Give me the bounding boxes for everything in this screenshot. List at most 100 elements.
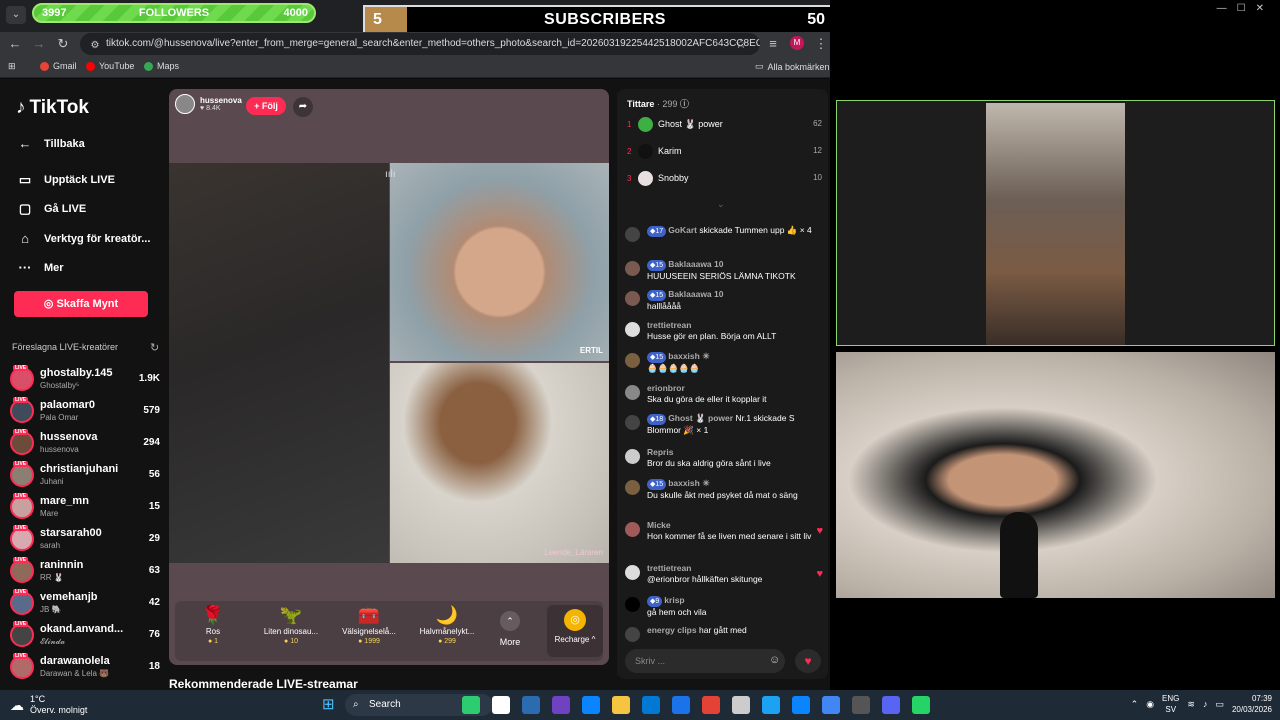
bookmark-youtube[interactable]: YouTube — [86, 61, 134, 71]
top-viewer[interactable]: 3 Snobby 10 — [627, 169, 822, 191]
suggested-creator[interactable]: LIVE okand.anvand... 𝓔𝓵𝓲𝓷𝓭𝓪 76 — [10, 621, 160, 653]
chat-user[interactable]: energy clips — [647, 625, 697, 635]
folder-icon[interactable] — [612, 696, 630, 714]
discord-icon[interactable] — [882, 696, 900, 714]
sidebar-item-back[interactable]: ← Tillbaka — [16, 136, 85, 151]
emoji-icon[interactable]: ☺ — [769, 654, 780, 666]
chat-avatar[interactable] — [625, 565, 640, 580]
heart-icon[interactable]: ♥ — [816, 569, 823, 580]
video-guest-top[interactable]: ERTIL — [390, 163, 609, 361]
follow-button[interactable]: + Följ — [246, 97, 286, 115]
suggested-creator[interactable]: LIVE mare_mn Mare 15 — [10, 493, 160, 525]
chat-user[interactable]: krisp — [664, 595, 684, 605]
chat-user[interactable]: trettietrean — [647, 320, 691, 330]
suggested-creator[interactable]: LIVE hussenova hussenova 294 — [10, 429, 160, 461]
gift-item[interactable]: 🌹 Ros ● 1 — [179, 605, 247, 645]
bookmark-gmail[interactable]: Gmail — [40, 61, 77, 71]
info-icon[interactable]: ⓘ — [680, 99, 689, 109]
forward-icon[interactable]: → — [30, 35, 48, 53]
tab-search-button[interactable]: ⌄ — [6, 6, 26, 24]
video-left[interactable] — [169, 163, 389, 563]
all-bookmarks[interactable]: ▭ Alla bokmärken — [755, 61, 830, 72]
gift-item[interactable]: 🦖 Liten dinosau... ● 10 — [257, 605, 325, 645]
windows-start-icon[interactable]: ⊞ — [322, 695, 335, 713]
outlook-icon[interactable] — [642, 696, 660, 714]
sidebar-item-more[interactable]: ··· Mer — [16, 260, 64, 275]
back-icon[interactable]: ← — [6, 35, 24, 53]
chevron-down-icon[interactable]: ⌄ — [717, 199, 725, 210]
whatsapp-icon[interactable] — [912, 696, 930, 714]
gift-item[interactable]: 🌙 Halvmånelykt... ● 299 — [413, 605, 481, 645]
chat-user[interactable]: Baklaaawa 10 — [668, 289, 723, 299]
wifi-icon[interactable]: ◉ — [1146, 699, 1154, 710]
host-avatar[interactable] — [175, 94, 195, 114]
language-indicator[interactable]: ENG SV — [1162, 693, 1179, 715]
more-gifts-button[interactable]: ⌃ More — [495, 611, 525, 647]
chat-avatar[interactable] — [625, 449, 640, 464]
host-chip[interactable]: hussenova ♥ 8.4K — [175, 94, 242, 114]
sidebar-item-discover-live[interactable]: ▭ Upptäck LIVE — [16, 172, 115, 188]
reload-icon[interactable]: ↻ — [54, 35, 72, 53]
apps-icon[interactable]: ⊞ — [8, 61, 16, 72]
chat-user[interactable]: GoKart — [668, 225, 697, 235]
chat-avatar[interactable] — [625, 291, 640, 306]
profile-avatar[interactable]: M — [790, 36, 804, 50]
chat-avatar[interactable] — [625, 261, 640, 276]
obs-icon[interactable] — [852, 696, 870, 714]
teams-icon[interactable] — [552, 696, 570, 714]
bookmark-star-icon[interactable]: ☆ — [732, 35, 750, 53]
chat-avatar[interactable] — [625, 627, 640, 642]
chat-avatar[interactable] — [625, 322, 640, 337]
vscode-icon[interactable] — [792, 696, 810, 714]
suggested-creator[interactable]: LIVE darawanolela Darawan & Lela 🐻 18 — [10, 653, 160, 685]
menu-icon[interactable]: ⋮ — [812, 35, 830, 53]
video-guest-bottom[interactable]: Leende_Läraren — [390, 363, 609, 563]
suggested-creator[interactable]: LIVE ghostalby.145 Ghostalby⁵ 1.9K — [10, 365, 160, 397]
app-icon[interactable] — [702, 696, 720, 714]
chrome-icon[interactable] — [822, 696, 840, 714]
refresh-icon[interactable]: ↻ — [150, 341, 159, 354]
get-coins-button[interactable]: ◎ Skaffa Mynt — [14, 291, 148, 317]
url-input[interactable]: tiktok.com/@hussenova/live?enter_from_me… — [80, 33, 760, 55]
suggested-creator[interactable]: LIVE raninnin RR 🐰 63 — [10, 557, 160, 589]
terminal-icon[interactable] — [732, 696, 750, 714]
like-heart-icon[interactable]: ♥ — [795, 649, 821, 673]
chat-avatar[interactable] — [625, 597, 640, 612]
site-info-icon[interactable]: ⚙ — [86, 37, 104, 55]
speaker-icon[interactable]: ♪ — [1203, 699, 1208, 709]
file-icon[interactable] — [492, 696, 510, 714]
chat-avatar[interactable] — [625, 415, 640, 430]
chat-input[interactable]: Skriv ... — [625, 649, 785, 673]
chat-user[interactable]: baxxish ☀ — [668, 478, 710, 488]
chat-user[interactable]: Ghost 🐰 power — [668, 413, 733, 423]
share-icon[interactable]: ➦ — [293, 97, 313, 117]
chat-user[interactable]: Micke — [647, 520, 671, 530]
battery-icon[interactable]: ▭ — [1215, 699, 1224, 710]
chat-avatar[interactable] — [625, 480, 640, 495]
sidebar-item-creator-tools[interactable]: ⌂ Verktyg för kreatör... — [16, 231, 150, 246]
clock[interactable]: 07:39 20/03/2026 — [1232, 693, 1272, 715]
chat-avatar[interactable] — [625, 227, 640, 242]
sidebar-item-go-live[interactable]: ▢ Gå LIVE — [16, 201, 86, 217]
heart-icon[interactable]: ♥ — [816, 526, 823, 537]
top-viewer[interactable]: 1 Ghost 🐰 power 62 — [627, 115, 822, 137]
suggested-creator[interactable]: LIVE vemehanjb JB 🐘 42 — [10, 589, 160, 621]
host-name[interactable]: hussenova — [200, 96, 242, 105]
photos-icon[interactable] — [762, 696, 780, 714]
game-icon[interactable] — [462, 696, 480, 714]
suggested-creator[interactable]: LIVE palaomar0 Pala Omar 579 — [10, 397, 160, 429]
chat-avatar[interactable] — [625, 522, 640, 537]
top-viewer[interactable]: 2 Karim 12 — [627, 142, 822, 164]
chat-user[interactable]: Repris — [647, 447, 673, 457]
chevron-up-icon[interactable]: ⌃ — [1131, 699, 1139, 710]
chat-user[interactable]: erionbror — [647, 383, 685, 393]
suggested-creator[interactable]: LIVE starsarah00 sarah 29 — [10, 525, 160, 557]
network-icon[interactable]: ≋ — [1187, 699, 1195, 710]
suggested-creator[interactable]: LIVE christianjuhani Juhani 56 — [10, 461, 160, 493]
gift-item[interactable]: 🧰 Välsignelselå... ● 1999 — [335, 605, 403, 645]
recharge-button[interactable]: ◎ Recharge ^ — [547, 605, 603, 657]
bookmark-maps[interactable]: Maps — [144, 61, 179, 71]
edge-icon[interactable] — [582, 696, 600, 714]
store-icon[interactable] — [672, 696, 690, 714]
media-icon[interactable]: ≡ — [764, 35, 782, 53]
